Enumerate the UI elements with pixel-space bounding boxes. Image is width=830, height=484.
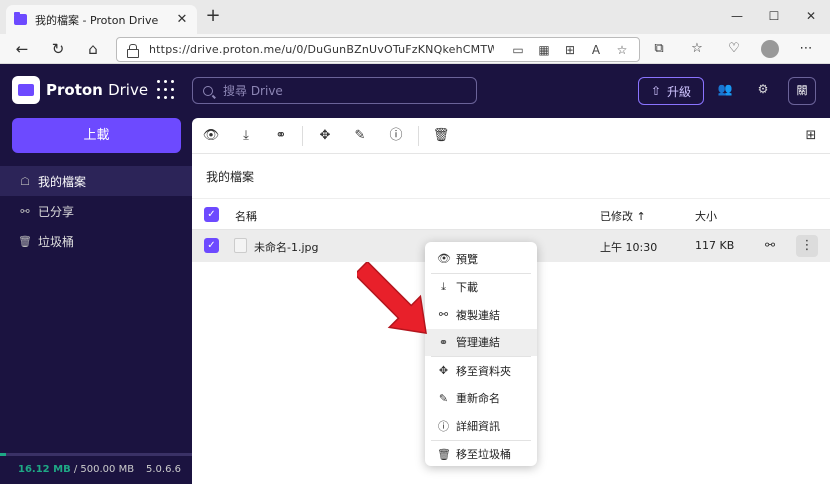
share-link-icon: ⚭ <box>438 335 449 349</box>
move-icon[interactable]: ✥ <box>316 127 334 145</box>
download-icon[interactable]: ⤓ <box>237 127 255 145</box>
menu-item-download[interactable]: ⤓ 下載 <box>425 274 537 302</box>
browser-tab[interactable]: 我的檔案 - Proton Drive ✕ <box>6 5 197 34</box>
cast-icon[interactable]: ▭ <box>511 43 525 57</box>
share-link-icon[interactable]: ⚭ <box>272 127 290 145</box>
red-arrow-annotation-icon <box>357 262 427 334</box>
address-bar[interactable]: https://drive.proton.me/u/0/DuGunBZnUvOT… <box>116 37 640 62</box>
upgrade-arrow-icon: ⇧ <box>650 84 662 98</box>
home-icon[interactable]: ⌂ <box>83 40 103 58</box>
browser-tabbar: 我的檔案 - Proton Drive ✕ + — ☐ ✕ <box>0 0 830 34</box>
file-size: 117 KB <box>695 239 735 252</box>
column-size[interactable]: 大小 <box>695 208 717 224</box>
link-icon: ⚯ <box>20 204 30 218</box>
more-menu-icon[interactable]: ⋯ <box>797 40 815 58</box>
breadcrumb[interactable]: 我的檔案 <box>206 168 254 185</box>
menu-item-manage-link[interactable]: ⚭ 管理連結 <box>425 328 537 356</box>
column-modified[interactable]: 已修改 ↑ <box>600 208 646 224</box>
info-icon: ⓘ <box>438 419 449 433</box>
rename-icon[interactable]: ✎ <box>351 127 369 145</box>
link-icon[interactable]: ⚯ <box>762 238 778 254</box>
sidebar-item-shared[interactable]: ⚯ 已分享 <box>0 196 192 226</box>
context-menu: 👁 預覽 ⤓ 下載 ⚯ 複製連結 ⚭ 管理連結 ✥ 移至資料夾 ✎ 重新命名 ⓘ 詳細資訊 🗑… <box>425 242 537 466</box>
image-file-icon <box>234 238 247 253</box>
read-aloud-icon[interactable]: A <box>589 43 603 57</box>
menu-item-move-to-folder[interactable]: ✥ 移至資料夾 <box>425 357 537 385</box>
preview-eye-icon[interactable]: 👁 <box>202 127 220 145</box>
window-minimize-button[interactable]: — <box>730 9 744 23</box>
more-options-icon[interactable]: ⋮ <box>796 235 818 257</box>
storage-progress-bar <box>0 453 192 456</box>
menu-item-move-to-trash[interactable]: 🗑 移至垃圾桶 <box>425 441 537 469</box>
file-name: 未命名-1.jpg <box>254 241 319 254</box>
browser-toolbar: ← ↻ ⌂ https://drive.proton.me/u/0/DuGunB… <box>0 34 830 64</box>
qr-code-icon[interactable]: ▦ <box>537 43 551 57</box>
apps-install-icon[interactable]: ⊞ <box>563 43 577 57</box>
contacts-icon[interactable]: 👥 <box>716 82 734 100</box>
row-checkbox[interactable]: ✓ <box>204 238 219 253</box>
menu-item-preview[interactable]: 👁 預覽 <box>425 245 537 273</box>
file-modified: 上午 10:30 <box>600 241 658 254</box>
download-icon: ⤓ <box>441 280 446 294</box>
column-name[interactable]: 名稱 <box>235 208 257 224</box>
select-all-checkbox[interactable]: ✓ <box>204 207 219 222</box>
sidebar-item-my-files[interactable]: ☖ 我的檔案 <box>0 166 192 196</box>
grid-view-icon[interactable]: ⊞ <box>802 127 820 145</box>
rename-icon: ✎ <box>438 391 449 405</box>
settings-gear-icon[interactable]: ⚙ <box>754 82 772 100</box>
search-icon <box>203 85 213 96</box>
app-version: 5.0.6.6 <box>146 464 181 475</box>
trash-icon: 🗑 <box>437 447 451 461</box>
menu-item-rename[interactable]: ✎ 重新命名 <box>425 385 537 413</box>
drive-icon: ☖ <box>20 174 30 188</box>
back-arrow-icon[interactable]: ← <box>12 40 32 58</box>
lock-icon <box>127 43 139 58</box>
user-avatar-button[interactable]: 關 <box>788 77 816 105</box>
upgrade-button[interactable]: ⇧ 升級 <box>638 77 704 105</box>
eye-icon: 👁 <box>437 252 451 266</box>
app-logo-text: Proton Drive <box>46 81 149 99</box>
details-info-icon[interactable]: ⓘ <box>387 127 405 145</box>
sidebar-item-trash[interactable]: 🗑 垃圾桶 <box>0 226 192 256</box>
apps-grid-icon[interactable] <box>157 80 177 100</box>
browser-essentials-icon[interactable]: ♡ <box>725 40 743 58</box>
menu-item-details[interactable]: ⓘ 詳細資訊 <box>425 412 537 440</box>
extensions-icon[interactable]: ⧉ <box>650 40 668 58</box>
window-maximize-button[interactable]: ☐ <box>767 9 781 23</box>
move-icon: ✥ <box>438 364 449 378</box>
file-toolbar: 👁 ⤓ ⚭ ✥ ✎ ⓘ 🗑 ⊞ <box>192 118 830 154</box>
upload-button[interactable]: 上載 <box>12 118 181 153</box>
proton-drive-logo-icon <box>12 76 40 104</box>
trash-icon[interactable]: 🗑 <box>432 127 450 145</box>
favorites-icon[interactable]: ☆ <box>688 40 706 58</box>
proton-drive-favicon-icon <box>14 12 27 25</box>
menu-item-copy-link[interactable]: ⚯ 複製連結 <box>425 301 537 329</box>
window-close-button[interactable]: ✕ <box>804 9 818 23</box>
tab-close-icon[interactable]: ✕ <box>175 12 189 27</box>
url-text: https://drive.proton.me/u/0/DuGunBZnUvOT… <box>149 43 494 56</box>
favorite-star-icon[interactable]: ☆ <box>615 43 629 57</box>
link-icon: ⚯ <box>438 308 449 322</box>
reload-icon[interactable]: ↻ <box>48 40 68 58</box>
trash-icon: 🗑 <box>18 234 32 248</box>
search-input[interactable]: 搜尋 Drive <box>192 77 477 104</box>
storage-usage: 16.12 MB / 500.00 MB <box>18 464 135 475</box>
sidebar: Proton Drive 上載 ☖ 我的檔案 ⚯ 已分享 🗑 垃圾桶 16.12… <box>0 64 192 484</box>
new-tab-button[interactable]: + <box>203 7 223 27</box>
table-header: ✓ 名稱 已修改 ↑ 大小 <box>192 198 830 230</box>
profile-avatar[interactable] <box>761 40 779 58</box>
tab-title: 我的檔案 - Proton Drive <box>35 13 159 27</box>
sidebar-nav: ☖ 我的檔案 ⚯ 已分享 🗑 垃圾桶 <box>0 166 192 256</box>
